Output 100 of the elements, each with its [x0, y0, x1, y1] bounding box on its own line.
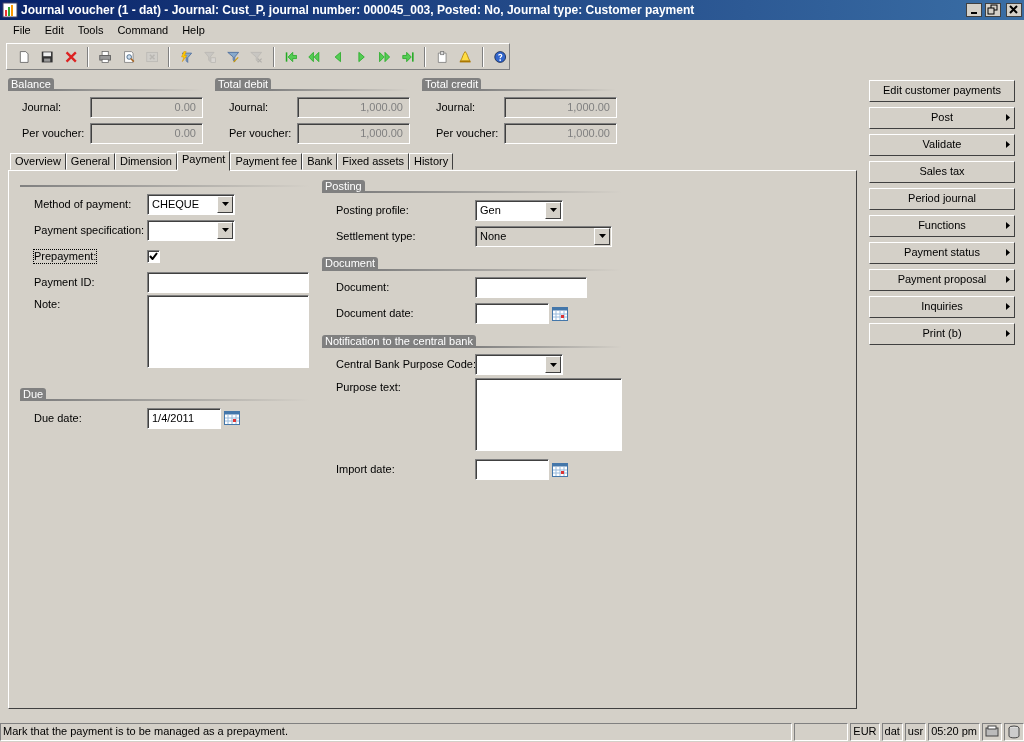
text-area[interactable]	[147, 295, 309, 369]
tab[interactable]: General	[65, 153, 115, 171]
group-header: Notification to the central bank	[322, 334, 476, 348]
field-label: Journal:	[436, 100, 477, 114]
status-message: Mark that the payment is to be managed as a prepayment.	[0, 723, 793, 741]
text-area[interactable]	[475, 377, 622, 451]
group-header: Due	[20, 388, 47, 402]
status-icon[interactable]	[985, 725, 999, 739]
field-label: Central Bank Purpose Code:	[336, 358, 475, 372]
date-field[interactable]	[475, 459, 549, 481]
tab[interactable]: Overview	[10, 153, 66, 171]
print-icon[interactable]	[99, 48, 112, 65]
read-only-field: 1,000.00	[297, 122, 410, 144]
field-label: Prepayment:	[34, 249, 97, 263]
group-header: Posting	[322, 180, 365, 194]
menu-item[interactable]: File	[6, 24, 38, 38]
field-label: Payment ID:	[34, 275, 96, 289]
restore-icon[interactable]	[985, 3, 1001, 17]
calendar-icon[interactable]	[552, 461, 568, 478]
submenu-arrow-icon	[1006, 276, 1010, 283]
field-label: Document date:	[336, 306, 415, 321]
date-field[interactable]: 1/4/2011	[147, 407, 221, 429]
field-label: Document:	[336, 280, 391, 295]
alert-icon[interactable]	[459, 48, 472, 65]
side-button[interactable]: Period journal	[869, 188, 1015, 210]
field-label: Posting profile:	[336, 203, 410, 217]
dropdown-arrow-icon[interactable]	[549, 362, 557, 367]
calendar-icon[interactable]	[224, 410, 240, 427]
dropdown-arrow-icon[interactable]	[598, 234, 606, 239]
submenu-arrow-icon	[1006, 114, 1010, 121]
tab[interactable]: History	[408, 153, 454, 171]
minimize-icon[interactable]	[966, 3, 982, 17]
filter-icon[interactable]	[180, 48, 193, 65]
side-button[interactable]: Payment proposal	[869, 269, 1015, 291]
menu-item[interactable]: Help	[175, 24, 212, 38]
tab[interactable]: Fixed assets	[337, 153, 409, 171]
dropdown[interactable]	[147, 219, 235, 241]
side-button[interactable]: Sales tax	[869, 161, 1015, 183]
field-label: Per voucher:	[436, 126, 500, 140]
submenu-arrow-icon	[1006, 222, 1010, 229]
group-header: Document	[322, 257, 379, 271]
side-button[interactable]: Functions	[869, 215, 1015, 237]
dropdown[interactable]: Gen	[475, 199, 563, 221]
database-icon[interactable]	[1007, 725, 1021, 739]
dropdown-arrow-icon[interactable]	[549, 208, 557, 213]
check-mark-icon	[149, 252, 158, 261]
tab[interactable]: Payment fee	[230, 153, 303, 171]
field-label: Purpose text:	[336, 379, 402, 394]
field-label: Journal:	[229, 100, 270, 114]
field-label: Note:	[34, 297, 62, 312]
field-label: Method of payment:	[34, 197, 133, 211]
submenu-arrow-icon	[1006, 330, 1010, 337]
close-icon[interactable]	[1006, 3, 1022, 17]
side-button[interactable]: Print (b)	[869, 323, 1015, 345]
tab[interactable]: Payment	[176, 151, 231, 172]
dropdown[interactable]: CHEQUE	[147, 193, 235, 215]
dropdown-arrow-icon[interactable]	[221, 202, 229, 207]
side-button[interactable]: Edit customer payments	[869, 80, 1015, 102]
field-label: Import date:	[336, 463, 396, 477]
dropdown[interactable]	[475, 354, 563, 376]
field-label: Per voucher:	[22, 126, 86, 140]
menu-item[interactable]: Edit	[37, 24, 71, 38]
date-field[interactable]	[475, 303, 549, 325]
submenu-arrow-icon	[1006, 141, 1010, 148]
submenu-arrow-icon	[1006, 303, 1010, 310]
field-label: Per voucher:	[229, 126, 293, 140]
read-only-field: 1,000.00	[297, 96, 410, 118]
app-icon	[2, 2, 18, 18]
side-button[interactable]: Post	[869, 107, 1015, 129]
status-panel	[794, 723, 849, 741]
dropdown[interactable]: None	[475, 225, 612, 247]
group-header: Balance	[8, 78, 54, 92]
tab[interactable]: Bank	[302, 153, 338, 171]
input-field[interactable]	[475, 277, 587, 299]
checkbox[interactable]	[147, 249, 160, 263]
new-document-icon[interactable]	[18, 48, 31, 65]
read-only-field: 0.00	[90, 122, 203, 144]
side-button[interactable]: Validate	[869, 134, 1015, 156]
field-label: Settlement type:	[336, 229, 417, 243]
preview-icon[interactable]	[122, 48, 135, 65]
help-icon[interactable]	[493, 48, 507, 65]
menu-item[interactable]: Tools	[70, 24, 111, 38]
status-cell: EUR	[850, 723, 880, 741]
menu-item[interactable]: Command	[110, 24, 176, 38]
field-label: Journal:	[22, 100, 63, 114]
side-button[interactable]: Inquiries	[869, 296, 1015, 318]
group-header: Total debit	[215, 78, 272, 92]
submenu-arrow-icon	[1006, 249, 1010, 256]
read-only-field: 1,000.00	[504, 96, 617, 118]
document-icon[interactable]	[436, 48, 449, 65]
read-only-field: 1,000.00	[504, 122, 617, 144]
status-cell: 05:20 pm	[928, 723, 980, 741]
calendar-icon[interactable]	[552, 305, 568, 322]
group-header: Total credit	[422, 78, 482, 92]
read-only-field: 0.00	[90, 96, 203, 118]
input-field[interactable]	[147, 271, 309, 293]
dropdown-arrow-icon[interactable]	[221, 228, 229, 233]
status-cell: usr	[904, 723, 927, 741]
side-button[interactable]: Payment status	[869, 242, 1015, 264]
tab[interactable]: Dimension	[115, 153, 177, 171]
